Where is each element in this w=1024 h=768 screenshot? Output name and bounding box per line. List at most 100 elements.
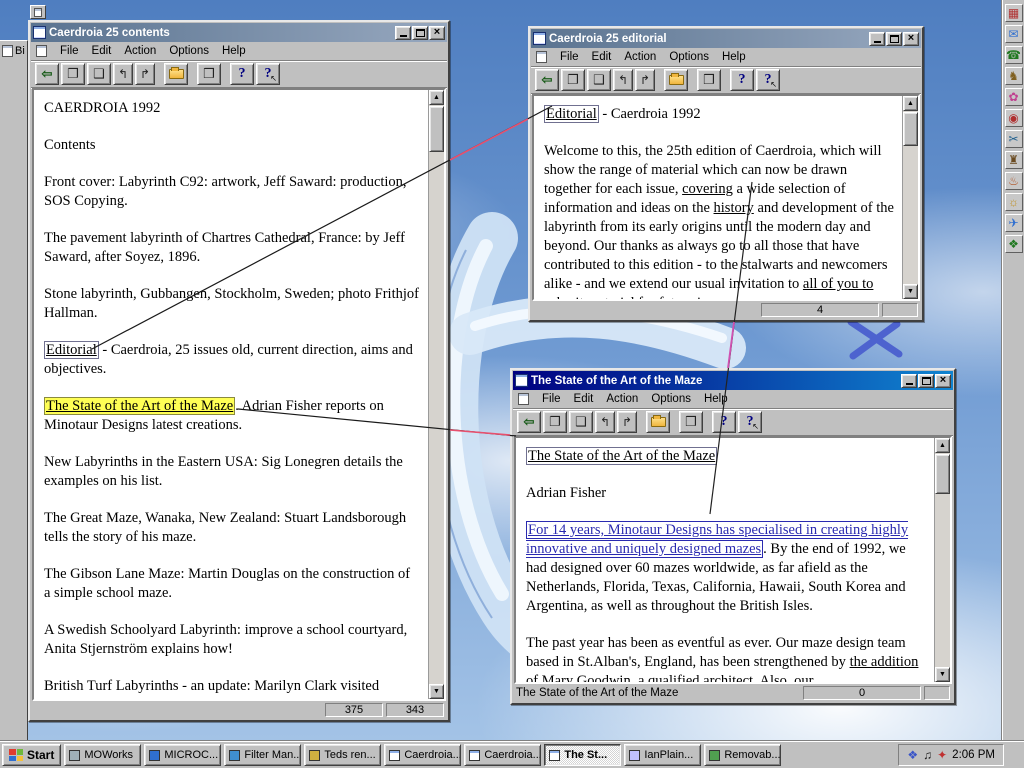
close-button[interactable]: × <box>935 373 951 388</box>
taskbar-button-microc[interactable]: MICROC... <box>144 744 222 766</box>
launcher-icon-3[interactable]: ☎ <box>1004 46 1023 64</box>
taskbar-button-caerdroia-2[interactable]: Caerdroia... <box>464 744 542 766</box>
minimize-button[interactable] <box>869 31 885 46</box>
menu-action[interactable]: Action <box>124 45 156 57</box>
launcher-icon-12[interactable]: ❖ <box>1004 235 1023 253</box>
ref-up-button[interactable]: ↰ <box>113 63 133 85</box>
volume-icon[interactable]: ♫ <box>923 749 932 761</box>
scrollbar-thumb[interactable] <box>429 106 444 152</box>
launcher-icon-9[interactable]: ♨ <box>1004 172 1023 190</box>
menu-help[interactable]: Help <box>722 51 746 63</box>
scrollbar-track[interactable] <box>903 111 918 284</box>
covering-link[interactable]: covering <box>682 181 733 197</box>
taskbar-button-filter-man[interactable]: Filter Man... <box>224 744 302 766</box>
launcher-icon-10[interactable]: ☼ <box>1004 193 1023 211</box>
ref-down-button[interactable]: ↱ <box>617 411 637 433</box>
back-button[interactable]: ⇦ <box>517 411 541 433</box>
scroll-down-button[interactable]: ▼ <box>903 284 918 299</box>
launcher-icon-2[interactable]: ✉ <box>1004 25 1023 43</box>
titlebar[interactable]: Caerdroia 25 contents × <box>31 23 447 42</box>
open-folder-button[interactable] <box>164 63 188 85</box>
editorial-link[interactable]: Editorial <box>44 341 99 359</box>
pages-button[interactable]: ❑ <box>587 69 611 91</box>
scroll-up-button[interactable]: ▲ <box>935 438 950 453</box>
scrollbar-thumb[interactable] <box>935 454 950 494</box>
open-folder-button[interactable] <box>664 69 688 91</box>
copy-page-button[interactable]: ❒ <box>197 63 221 85</box>
launcher-icon-5[interactable]: ✿ <box>1004 88 1023 106</box>
ref-down-button[interactable]: ↱ <box>635 69 655 91</box>
menu-action[interactable]: Action <box>624 51 656 63</box>
copy-button[interactable]: ❐ <box>61 63 85 85</box>
copy-page-button[interactable]: ❒ <box>697 69 721 91</box>
minimize-button[interactable] <box>395 25 411 40</box>
maze-title-link[interactable]: The State of the Art of the Maze <box>526 447 718 465</box>
menu-file[interactable]: File <box>60 45 79 57</box>
launcher-icon-1[interactable]: ▦ <box>1004 4 1023 22</box>
help-button[interactable]: ? <box>230 63 254 85</box>
scroll-down-button[interactable]: ▼ <box>429 684 444 699</box>
open-folder-button[interactable] <box>646 411 670 433</box>
taskbar-button-the-st-active[interactable]: The St... <box>544 744 622 766</box>
scroll-down-button[interactable]: ▼ <box>935 667 950 682</box>
menu-options[interactable]: Options <box>651 393 691 405</box>
menu-options[interactable]: Options <box>169 45 209 57</box>
launcher-icon-4[interactable]: ♞ <box>1004 67 1023 85</box>
close-button[interactable]: × <box>903 31 919 46</box>
scrollbar-track[interactable] <box>935 453 950 667</box>
copy-button[interactable]: ❐ <box>543 411 567 433</box>
ref-down-button[interactable]: ↱ <box>135 63 155 85</box>
maximize-button[interactable] <box>886 31 902 46</box>
launcher-icon-11[interactable]: ✈ <box>1004 214 1023 232</box>
vertical-scrollbar[interactable]: ▲ ▼ <box>428 90 444 699</box>
launcher-icon-6[interactable]: ◉ <box>1004 109 1023 127</box>
menu-edit[interactable]: Edit <box>574 393 594 405</box>
context-help-button[interactable]: ? ↖ <box>756 69 780 91</box>
ref-up-button[interactable]: ↰ <box>595 411 615 433</box>
menu-file[interactable]: File <box>542 393 561 405</box>
taskbar-button-ianplain[interactable]: IanPlain... <box>624 744 702 766</box>
back-button[interactable]: ⇦ <box>35 63 59 85</box>
editorial-anchor-link[interactable]: Editorial <box>544 105 599 123</box>
scroll-up-button[interactable]: ▲ <box>429 90 444 105</box>
vertical-scrollbar[interactable]: ▲ ▼ <box>934 438 950 682</box>
minimize-button[interactable] <box>901 373 917 388</box>
maximize-button[interactable] <box>918 373 934 388</box>
close-button[interactable]: × <box>429 25 445 40</box>
back-button[interactable]: ⇦ <box>535 69 559 91</box>
scrollbar-thumb[interactable] <box>903 112 918 146</box>
titlebar[interactable]: The State of the Art of the Maze × <box>513 371 953 390</box>
launcher-icon-7[interactable]: ✂ <box>1004 130 1023 148</box>
tray-app-icon[interactable]: ✦ <box>937 749 947 761</box>
taskbar-button-removab[interactable]: Removab... <box>704 744 782 766</box>
taskbar-button-caerdroia-1[interactable]: Caerdroia... <box>384 744 462 766</box>
help-button[interactable]: ? <box>712 411 736 433</box>
context-help-button[interactable]: ? ↖ <box>256 63 280 85</box>
ref-up-button[interactable]: ↰ <box>613 69 633 91</box>
menu-options[interactable]: Options <box>669 51 709 63</box>
history-link[interactable]: history <box>714 200 754 216</box>
state-of-art-link[interactable]: The State of the Art of the Maze <box>44 397 236 415</box>
vertical-scrollbar[interactable]: ▲ ▼ <box>902 96 918 299</box>
maximize-button[interactable] <box>412 25 428 40</box>
titlebar[interactable]: Caerdroia 25 editorial × <box>531 29 921 48</box>
launcher-icon-8[interactable]: ♜ <box>1004 151 1023 169</box>
menu-edit[interactable]: Edit <box>592 51 612 63</box>
scrollbar-track[interactable] <box>429 105 444 684</box>
menu-file[interactable]: File <box>560 51 579 63</box>
pages-button[interactable]: ❑ <box>569 411 593 433</box>
scroll-up-button[interactable]: ▲ <box>903 96 918 111</box>
copy-button[interactable]: ❐ <box>561 69 585 91</box>
menu-edit[interactable]: Edit <box>92 45 112 57</box>
taskbar-button-moworks[interactable]: MOWorks <box>64 744 142 766</box>
pages-button[interactable]: ❑ <box>87 63 111 85</box>
menu-help[interactable]: Help <box>222 45 246 57</box>
tray-status-icon[interactable]: ❖ <box>907 749 918 761</box>
menu-help[interactable]: Help <box>704 393 728 405</box>
menu-action[interactable]: Action <box>606 393 638 405</box>
background-window-icon[interactable] <box>30 5 46 19</box>
taskbar-button-teds-ren[interactable]: Teds ren... <box>304 744 382 766</box>
start-button[interactable]: Start <box>2 744 62 766</box>
help-button[interactable]: ? <box>730 69 754 91</box>
background-window[interactable]: Bi <box>0 40 28 741</box>
